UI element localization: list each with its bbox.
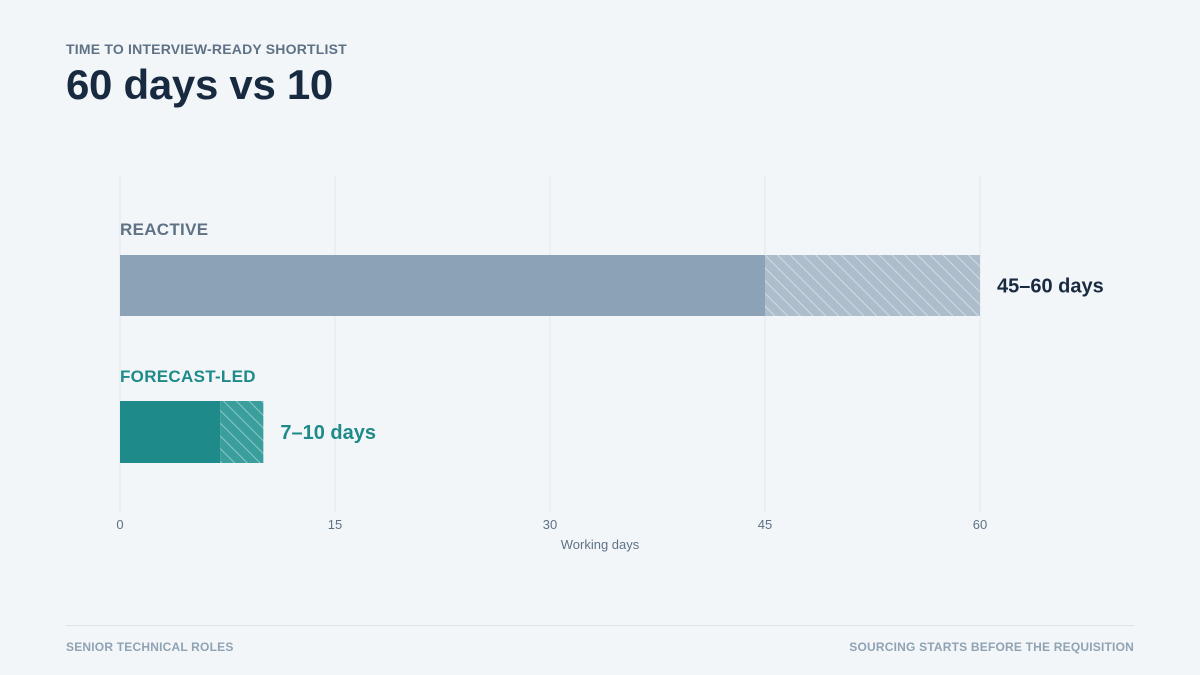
series-label-forecast-led: FORECAST-LED <box>120 367 256 386</box>
x-tick-label-4: 60 <box>973 517 987 532</box>
bars: REACTIVE 45–60 days FORECAST-LED 7–10 days <box>120 220 1104 463</box>
x-tick-label-0: 0 <box>116 517 123 532</box>
bar-min-forecast-led <box>120 401 221 463</box>
x-tick-label-3: 45 <box>758 517 772 532</box>
range-bar-chart: REACTIVE45–60 daysFORECAST-LED7–10 days … <box>116 176 1104 552</box>
footer-left-note: SENIOR TECHNICAL ROLES <box>66 640 234 654</box>
footer-divider <box>66 625 1134 626</box>
x-axis-label: Working days <box>561 537 640 552</box>
bar-range-reactive <box>765 255 980 316</box>
bar-range-forecast-led <box>220 401 264 463</box>
value-label-reactive: 45–60 days <box>997 276 1104 298</box>
series-label-reactive: REACTIVE <box>120 220 208 239</box>
bar-min-reactive <box>120 255 765 316</box>
value-label-forecast-led: 7–10 days <box>280 422 376 444</box>
x-tick-label-1: 15 <box>328 517 342 532</box>
page: TIME TO INTERVIEW-READY SHORTLIST 60 day… <box>0 0 1200 675</box>
x-tick-label-2: 30 <box>543 517 557 532</box>
footer-right-note: SOURCING STARTS BEFORE THE REQUISITION <box>849 640 1134 654</box>
x-axis-ticks: 0 15 30 45 60 <box>116 517 987 532</box>
